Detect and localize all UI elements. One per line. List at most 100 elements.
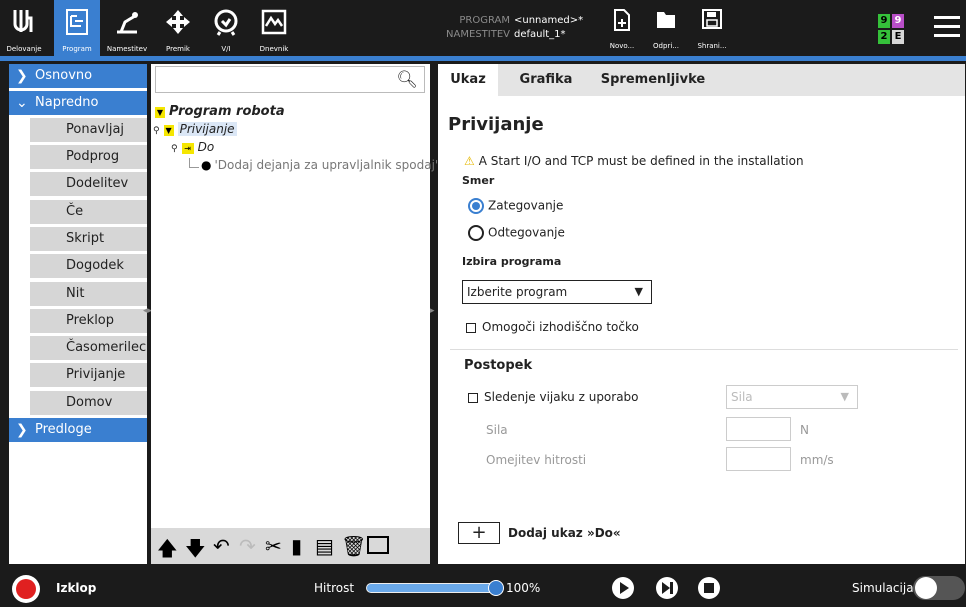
item-skript[interactable]: Skript	[30, 227, 147, 251]
tree-node-placeholder[interactable]: ● 'Dodaj dejanja za upravljalnik spodaj'	[189, 158, 438, 172]
speed-c: 2	[878, 30, 890, 44]
tree-node-label: Do	[197, 140, 215, 154]
command-title: Privijanje	[448, 114, 544, 135]
nav-dnevnik[interactable]: Dnevnik	[254, 0, 294, 56]
item-preklop[interactable]: Preklop	[30, 309, 147, 333]
copy-icon[interactable]: ▮	[291, 534, 302, 558]
warning-icon: ⚠	[464, 154, 475, 168]
item-privijanje[interactable]: Privijanje	[30, 363, 147, 387]
tree-node-label: Privijanje	[177, 122, 237, 136]
open-label: Odpri...	[653, 42, 679, 50]
power-button[interactable]	[12, 575, 40, 603]
search-icon[interactable]: 🔍︎	[396, 70, 418, 90]
tab-grafika[interactable]: Grafika	[510, 64, 582, 96]
step-icon	[662, 582, 673, 594]
item-casomerilec[interactable]: Časomerilec	[30, 336, 147, 360]
enable-start-label: Omogoči izhodiščno točko	[482, 320, 639, 334]
dropdown-arrow-icon: ▼	[840, 390, 849, 403]
undo-icon[interactable]: ↶	[213, 534, 230, 558]
hamburger-menu-icon[interactable]	[934, 14, 960, 38]
item-nit[interactable]: Nit	[30, 282, 147, 306]
item-ce[interactable]: Če	[30, 200, 147, 224]
power-label: Izklop	[56, 581, 97, 595]
item-dogodek[interactable]: Dogodek	[30, 254, 147, 278]
collapse-triangle-icon[interactable]: ▼	[155, 107, 165, 118]
nav-program[interactable]: Program	[54, 0, 100, 56]
tab-spremenljivke[interactable]: Spremenljivke	[598, 64, 708, 96]
move-down-icon[interactable]: 🡇	[185, 534, 206, 568]
radio-loosen[interactable]: Odtegovanje	[468, 225, 565, 241]
speed-label: Hitrost	[314, 581, 355, 595]
cut-icon[interactable]: ✂	[265, 534, 282, 558]
collapse-triangle-icon[interactable]: ▼	[163, 125, 174, 136]
suppress-icon[interactable]	[367, 536, 389, 554]
nav-label: Namestitev	[106, 45, 148, 53]
delete-icon[interactable]: 🗑︎	[341, 534, 366, 558]
new-button[interactable]: Novo...	[600, 6, 644, 52]
nav-delovanje[interactable]: Delovanje	[6, 0, 42, 56]
enable-start-checkbox[interactable]: Omogoči izhodiščno točko	[466, 320, 639, 334]
speed-slider-thumb[interactable]	[488, 580, 504, 596]
force-unit: N	[800, 423, 809, 437]
tree-root[interactable]: ▼ Program robota	[155, 104, 285, 119]
do-arrow-icon: ⇥	[181, 143, 194, 154]
simulation-toggle-knob[interactable]	[915, 577, 937, 599]
nav-vi[interactable]: V/I	[208, 0, 244, 56]
io-icon	[214, 9, 238, 36]
program-name: <unnamed>*	[514, 15, 584, 26]
move-up-icon[interactable]: 🡅	[157, 534, 178, 568]
radio-tighten[interactable]: Zategovanje	[468, 198, 563, 214]
open-button[interactable]: Odpri...	[644, 6, 688, 52]
installation-key: NAMESTITEV	[446, 29, 510, 40]
save-label: Shrani...	[697, 42, 727, 50]
checkbox-icon[interactable]	[466, 322, 476, 333]
program-tree-icon	[66, 9, 88, 35]
play-button[interactable]	[612, 577, 634, 599]
category-napredno[interactable]: ⌄ Napredno	[9, 91, 147, 115]
comment-bubble-icon: ●	[201, 158, 212, 172]
nav-namestitev[interactable]: Namestitev	[102, 0, 152, 56]
chevron-down-icon: ⌄	[16, 95, 28, 111]
command-palette: ❯ Osnovno ⌄ Napredno Ponavljaj Podprog Dod…	[9, 64, 147, 564]
speed-slider[interactable]	[366, 583, 496, 593]
program-select[interactable]: Izberite program ▼	[462, 280, 652, 304]
category-predloge[interactable]: ❯ Predloge	[9, 418, 147, 442]
item-domov[interactable]: Domov	[30, 391, 147, 415]
radio-selected-icon[interactable]	[468, 198, 484, 214]
checkbox-icon[interactable]	[468, 392, 478, 403]
log-icon	[261, 9, 287, 35]
nav-label: Delovanje	[6, 45, 42, 53]
stop-icon	[704, 583, 714, 593]
category-osnovno[interactable]: ❯ Osnovno	[9, 64, 147, 88]
nav-premik[interactable]: Premik	[160, 0, 196, 56]
radio-unselected-icon[interactable]	[468, 225, 484, 241]
program-select-value: Izberite program	[467, 285, 568, 299]
power-status-icon	[16, 579, 36, 599]
tree-node-privijanje[interactable]: ⚲ ▼ Privijanje	[153, 122, 237, 136]
speed-limit-unit: mm/s	[800, 453, 834, 467]
chevron-right-icon: ❯	[16, 68, 28, 84]
save-button[interactable]: Shrani...	[690, 6, 734, 52]
item-dodelitev[interactable]: Dodelitev	[30, 172, 147, 196]
screw-follow-checkbox[interactable]: Sledenje vijaku z uporabo	[468, 390, 639, 404]
speed-indicator[interactable]: 9 9 2 E	[878, 14, 904, 44]
tree-node-label: 'Dodaj dejanja za upravljalnik spodaj'	[214, 158, 439, 172]
force-input[interactable]	[726, 417, 791, 441]
stop-button[interactable]	[698, 577, 720, 599]
category-label: Osnovno	[35, 68, 93, 83]
step-button[interactable]	[656, 577, 678, 599]
redo-icon[interactable]: ↷	[239, 534, 256, 558]
speed-limit-input[interactable]	[726, 447, 791, 471]
tab-ukaz[interactable]: Ukaz	[438, 64, 498, 96]
screw-follow-select[interactable]: Sila ▼	[726, 385, 858, 409]
search-input[interactable]: 🔍︎	[155, 66, 425, 93]
tree-node-do[interactable]: ⚲ ⇥ Do	[171, 140, 214, 154]
tree-resize-handle-icon[interactable]: ▸	[430, 306, 435, 316]
new-label: Novo...	[609, 42, 635, 50]
nav-label: Program	[62, 45, 92, 53]
paste-icon[interactable]: ▤	[315, 534, 334, 558]
category-label: Predloge	[35, 422, 92, 437]
add-do-button[interactable]: +	[458, 522, 500, 544]
item-ponavljaj[interactable]: Ponavljaj	[30, 118, 147, 142]
item-podprog[interactable]: Podprog	[30, 145, 147, 169]
